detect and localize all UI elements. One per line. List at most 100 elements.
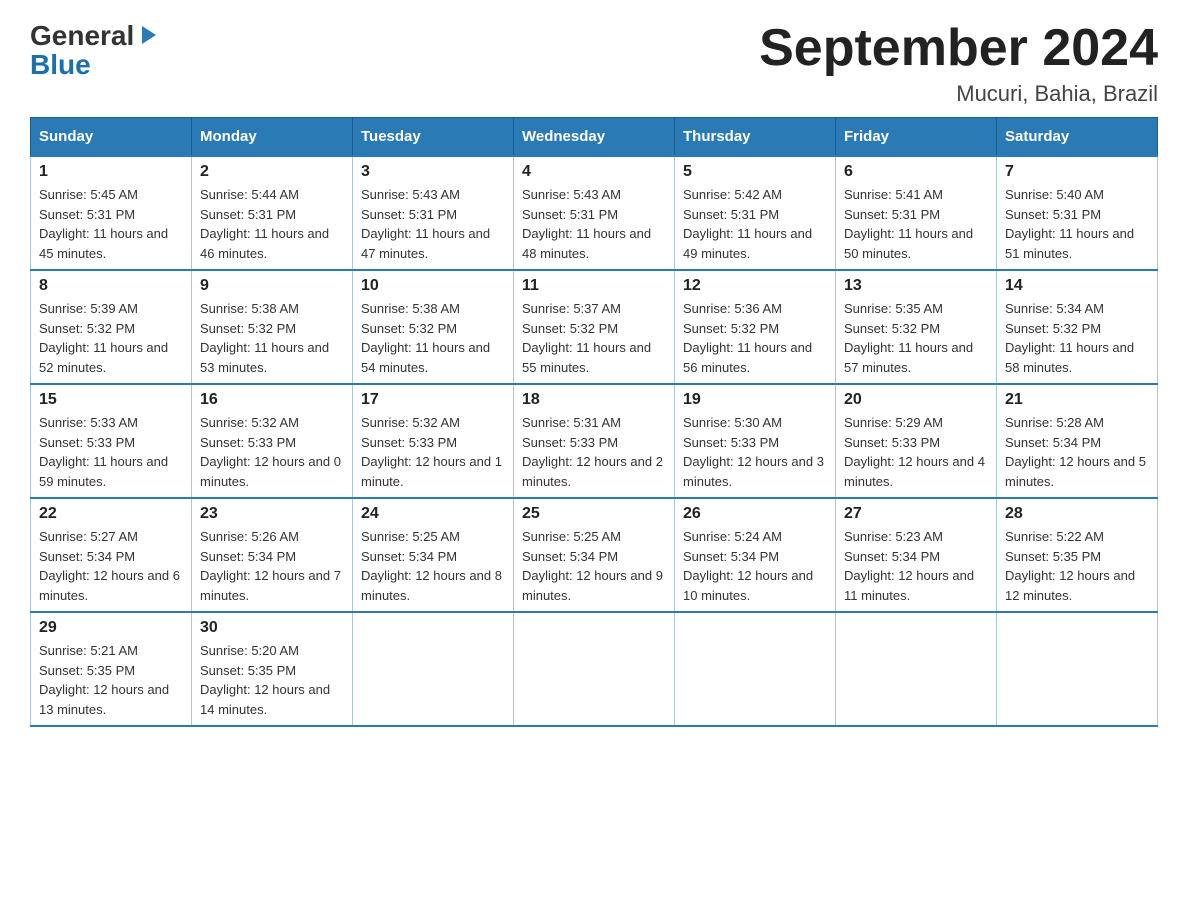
sunset-label: Sunset: bbox=[844, 549, 892, 564]
sunset-label: Sunset: bbox=[200, 321, 248, 336]
sunset-time: 5:35 PM bbox=[87, 663, 135, 678]
daylight-label: Daylight: 12 hours and 12 minutes. bbox=[1005, 568, 1135, 603]
calendar-cell: 9 Sunrise: 5:38 AM Sunset: 5:32 PM Dayli… bbox=[192, 270, 353, 384]
sunset-label: Sunset: bbox=[39, 321, 87, 336]
sunset-label: Sunset: bbox=[522, 321, 570, 336]
calendar-cell: 25 Sunrise: 5:25 AM Sunset: 5:34 PM Dayl… bbox=[514, 498, 675, 612]
location-text: Mucuri, Bahia, Brazil bbox=[759, 81, 1158, 107]
day-info: Sunrise: 5:25 AM Sunset: 5:34 PM Dayligh… bbox=[522, 527, 666, 605]
day-info: Sunrise: 5:28 AM Sunset: 5:34 PM Dayligh… bbox=[1005, 413, 1149, 491]
sunrise-time: 5:33 AM bbox=[90, 415, 138, 430]
calendar-cell: 29 Sunrise: 5:21 AM Sunset: 5:35 PM Dayl… bbox=[31, 612, 192, 726]
day-info: Sunrise: 5:34 AM Sunset: 5:32 PM Dayligh… bbox=[1005, 299, 1149, 377]
sunset-label: Sunset: bbox=[1005, 549, 1053, 564]
day-number: 21 bbox=[1005, 391, 1149, 409]
daylight-label: Daylight: 12 hours and 14 minutes. bbox=[200, 682, 330, 717]
calendar-cell: 16 Sunrise: 5:32 AM Sunset: 5:33 PM Dayl… bbox=[192, 384, 353, 498]
day-number: 24 bbox=[361, 505, 505, 523]
sunrise-time: 5:21 AM bbox=[90, 643, 138, 658]
sunset-label: Sunset: bbox=[200, 435, 248, 450]
day-number: 4 bbox=[522, 163, 666, 181]
calendar-cell: 12 Sunrise: 5:36 AM Sunset: 5:32 PM Dayl… bbox=[675, 270, 836, 384]
sunset-time: 5:33 PM bbox=[87, 435, 135, 450]
sunrise-label: Sunrise: bbox=[200, 529, 251, 544]
sunset-time: 5:31 PM bbox=[570, 207, 618, 222]
sunrise-label: Sunrise: bbox=[39, 529, 90, 544]
sunset-time: 5:31 PM bbox=[1053, 207, 1101, 222]
sunrise-label: Sunrise: bbox=[39, 301, 90, 316]
day-info: Sunrise: 5:40 AM Sunset: 5:31 PM Dayligh… bbox=[1005, 185, 1149, 263]
sunset-label: Sunset: bbox=[683, 549, 731, 564]
daylight-label: Daylight: 12 hours and 0 minutes. bbox=[200, 454, 341, 489]
daylight-label: Daylight: 11 hours and 48 minutes. bbox=[522, 226, 651, 261]
sunrise-label: Sunrise: bbox=[361, 529, 412, 544]
sunrise-time: 5:41 AM bbox=[895, 187, 943, 202]
day-number: 25 bbox=[522, 505, 666, 523]
day-info: Sunrise: 5:41 AM Sunset: 5:31 PM Dayligh… bbox=[844, 185, 988, 263]
calendar-cell: 26 Sunrise: 5:24 AM Sunset: 5:34 PM Dayl… bbox=[675, 498, 836, 612]
sunset-label: Sunset: bbox=[522, 207, 570, 222]
daylight-label: Daylight: 11 hours and 52 minutes. bbox=[39, 340, 168, 375]
logo-blue-text: Blue bbox=[30, 51, 91, 79]
day-info: Sunrise: 5:45 AM Sunset: 5:31 PM Dayligh… bbox=[39, 185, 183, 263]
sunset-time: 5:35 PM bbox=[248, 663, 296, 678]
daylight-label: Daylight: 11 hours and 49 minutes. bbox=[683, 226, 812, 261]
day-number: 20 bbox=[844, 391, 988, 409]
sunrise-time: 5:37 AM bbox=[573, 301, 621, 316]
sunrise-time: 5:23 AM bbox=[895, 529, 943, 544]
calendar-cell: 1 Sunrise: 5:45 AM Sunset: 5:31 PM Dayli… bbox=[31, 156, 192, 270]
sunset-label: Sunset: bbox=[39, 435, 87, 450]
calendar-week-1: 1 Sunrise: 5:45 AM Sunset: 5:31 PM Dayli… bbox=[31, 156, 1158, 270]
sunset-time: 5:32 PM bbox=[1053, 321, 1101, 336]
sunrise-time: 5:45 AM bbox=[90, 187, 138, 202]
day-number: 11 bbox=[522, 277, 666, 295]
sunset-label: Sunset: bbox=[361, 435, 409, 450]
sunset-time: 5:34 PM bbox=[87, 549, 135, 564]
sunrise-label: Sunrise: bbox=[683, 529, 734, 544]
page-header: General Blue September 2024 Mucuri, Bahi… bbox=[30, 20, 1158, 107]
sunrise-label: Sunrise: bbox=[522, 529, 573, 544]
sunset-label: Sunset: bbox=[683, 435, 731, 450]
day-info: Sunrise: 5:35 AM Sunset: 5:32 PM Dayligh… bbox=[844, 299, 988, 377]
day-number: 30 bbox=[200, 619, 344, 637]
day-info: Sunrise: 5:20 AM Sunset: 5:35 PM Dayligh… bbox=[200, 641, 344, 719]
sunset-label: Sunset: bbox=[844, 321, 892, 336]
daylight-label: Daylight: 12 hours and 13 minutes. bbox=[39, 682, 169, 717]
sunset-label: Sunset: bbox=[1005, 207, 1053, 222]
sunset-label: Sunset: bbox=[844, 207, 892, 222]
sunset-time: 5:34 PM bbox=[892, 549, 940, 564]
day-info: Sunrise: 5:36 AM Sunset: 5:32 PM Dayligh… bbox=[683, 299, 827, 377]
calendar-cell: 14 Sunrise: 5:34 AM Sunset: 5:32 PM Dayl… bbox=[997, 270, 1158, 384]
sunrise-time: 5:20 AM bbox=[251, 643, 299, 658]
sunrise-time: 5:43 AM bbox=[573, 187, 621, 202]
calendar-cell: 5 Sunrise: 5:42 AM Sunset: 5:31 PM Dayli… bbox=[675, 156, 836, 270]
calendar-cell: 21 Sunrise: 5:28 AM Sunset: 5:34 PM Dayl… bbox=[997, 384, 1158, 498]
sunrise-time: 5:32 AM bbox=[412, 415, 460, 430]
calendar-week-5: 29 Sunrise: 5:21 AM Sunset: 5:35 PM Dayl… bbox=[31, 612, 1158, 726]
day-number: 10 bbox=[361, 277, 505, 295]
header-monday: Monday bbox=[192, 118, 353, 157]
daylight-label: Daylight: 11 hours and 47 minutes. bbox=[361, 226, 490, 261]
sunset-label: Sunset: bbox=[39, 207, 87, 222]
daylight-label: Daylight: 12 hours and 5 minutes. bbox=[1005, 454, 1146, 489]
sunset-time: 5:33 PM bbox=[248, 435, 296, 450]
daylight-label: Daylight: 12 hours and 7 minutes. bbox=[200, 568, 341, 603]
day-number: 14 bbox=[1005, 277, 1149, 295]
calendar-cell: 4 Sunrise: 5:43 AM Sunset: 5:31 PM Dayli… bbox=[514, 156, 675, 270]
sunrise-label: Sunrise: bbox=[200, 415, 251, 430]
sunset-time: 5:34 PM bbox=[1053, 435, 1101, 450]
header-thursday: Thursday bbox=[675, 118, 836, 157]
sunrise-label: Sunrise: bbox=[683, 187, 734, 202]
day-number: 8 bbox=[39, 277, 183, 295]
day-number: 29 bbox=[39, 619, 183, 637]
calendar-week-2: 8 Sunrise: 5:39 AM Sunset: 5:32 PM Dayli… bbox=[31, 270, 1158, 384]
calendar-cell: 6 Sunrise: 5:41 AM Sunset: 5:31 PM Dayli… bbox=[836, 156, 997, 270]
day-number: 15 bbox=[39, 391, 183, 409]
day-info: Sunrise: 5:33 AM Sunset: 5:33 PM Dayligh… bbox=[39, 413, 183, 491]
daylight-label: Daylight: 12 hours and 1 minute. bbox=[361, 454, 502, 489]
calendar-cell: 18 Sunrise: 5:31 AM Sunset: 5:33 PM Dayl… bbox=[514, 384, 675, 498]
sunset-time: 5:31 PM bbox=[87, 207, 135, 222]
sunrise-time: 5:42 AM bbox=[734, 187, 782, 202]
calendar-week-3: 15 Sunrise: 5:33 AM Sunset: 5:33 PM Dayl… bbox=[31, 384, 1158, 498]
sunset-time: 5:32 PM bbox=[87, 321, 135, 336]
